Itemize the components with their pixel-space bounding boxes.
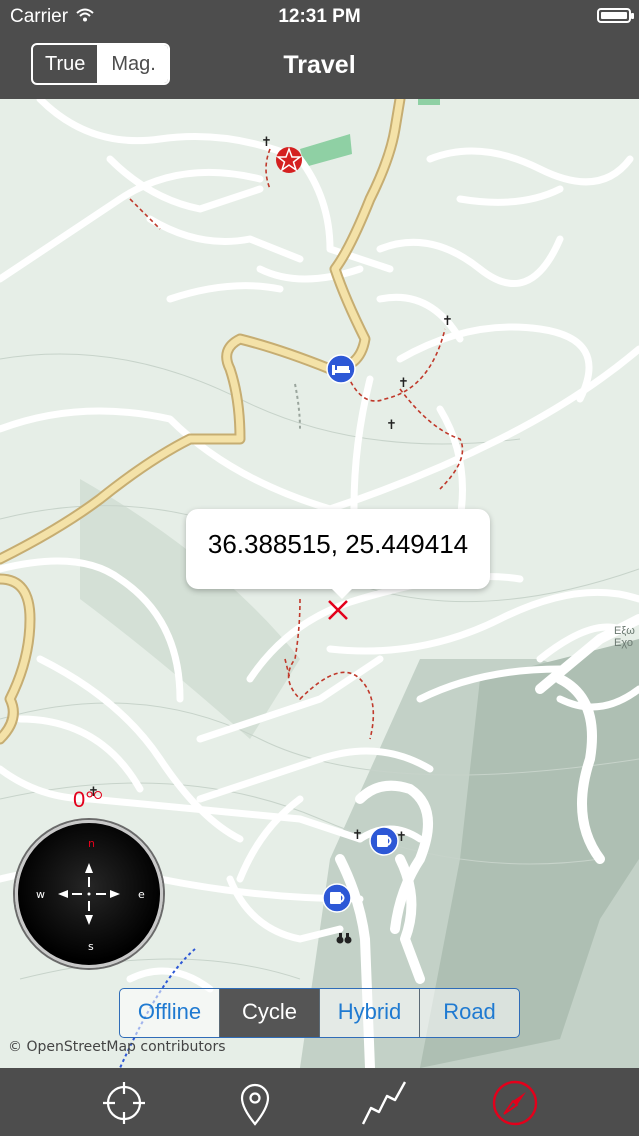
cafe-poi-icon[interactable] [322, 883, 352, 913]
cross-icon: ✝ [396, 829, 407, 844]
route-icon[interactable] [359, 1078, 409, 1128]
compass-icon[interactable] [490, 1078, 540, 1128]
page-title: Travel [283, 51, 356, 79]
heading-origin-icon [94, 791, 102, 799]
battery-icon [597, 8, 634, 23]
hotel-poi-icon[interactable] [326, 354, 356, 384]
cross-icon: ✝ [442, 313, 453, 328]
cafe-poi-icon[interactable] [369, 826, 399, 856]
place-label: Εξω Εχο [614, 625, 635, 649]
compass-west-label: w [36, 888, 45, 901]
compass-dial[interactable]: n s e w [15, 820, 163, 968]
map-type-selector[interactable]: Offline Cycle Hybrid Road [119, 988, 520, 1038]
binoculars-icon [336, 933, 352, 944]
status-bar: Carrier 12:31 PM [0, 0, 639, 33]
heading-readout: 0° [73, 787, 95, 812]
map-type-hybrid[interactable]: Hybrid [320, 989, 420, 1037]
star-poi-icon[interactable] [274, 145, 304, 175]
cross-icon: ✝ [261, 134, 272, 149]
tab-bar [0, 1068, 639, 1136]
map-type-cycle[interactable]: Cycle [220, 989, 320, 1037]
compass-south-label: s [88, 940, 94, 953]
locate-icon[interactable] [99, 1078, 149, 1128]
compass-north-label: n [88, 837, 95, 850]
marker-x-icon[interactable] [326, 598, 350, 622]
compass-east-label: e [138, 888, 145, 901]
cross-icon: ✝ [386, 417, 397, 432]
cross-icon: ✝ [398, 375, 409, 390]
map-type-offline[interactable]: Offline [120, 989, 220, 1037]
cross-icon: ✝ [352, 827, 363, 842]
map-attribution[interactable]: © OpenStreetMap contributors [8, 1039, 226, 1055]
pin-icon[interactable] [230, 1078, 280, 1128]
map-type-road[interactable]: Road [420, 989, 519, 1037]
clock: 12:31 PM [278, 6, 361, 27]
nav-bar: True Mag. Travel [0, 33, 639, 99]
coordinates-callout[interactable]: 36.388515, 25.449414 [186, 509, 490, 599]
compass-rose-icon [58, 863, 120, 925]
